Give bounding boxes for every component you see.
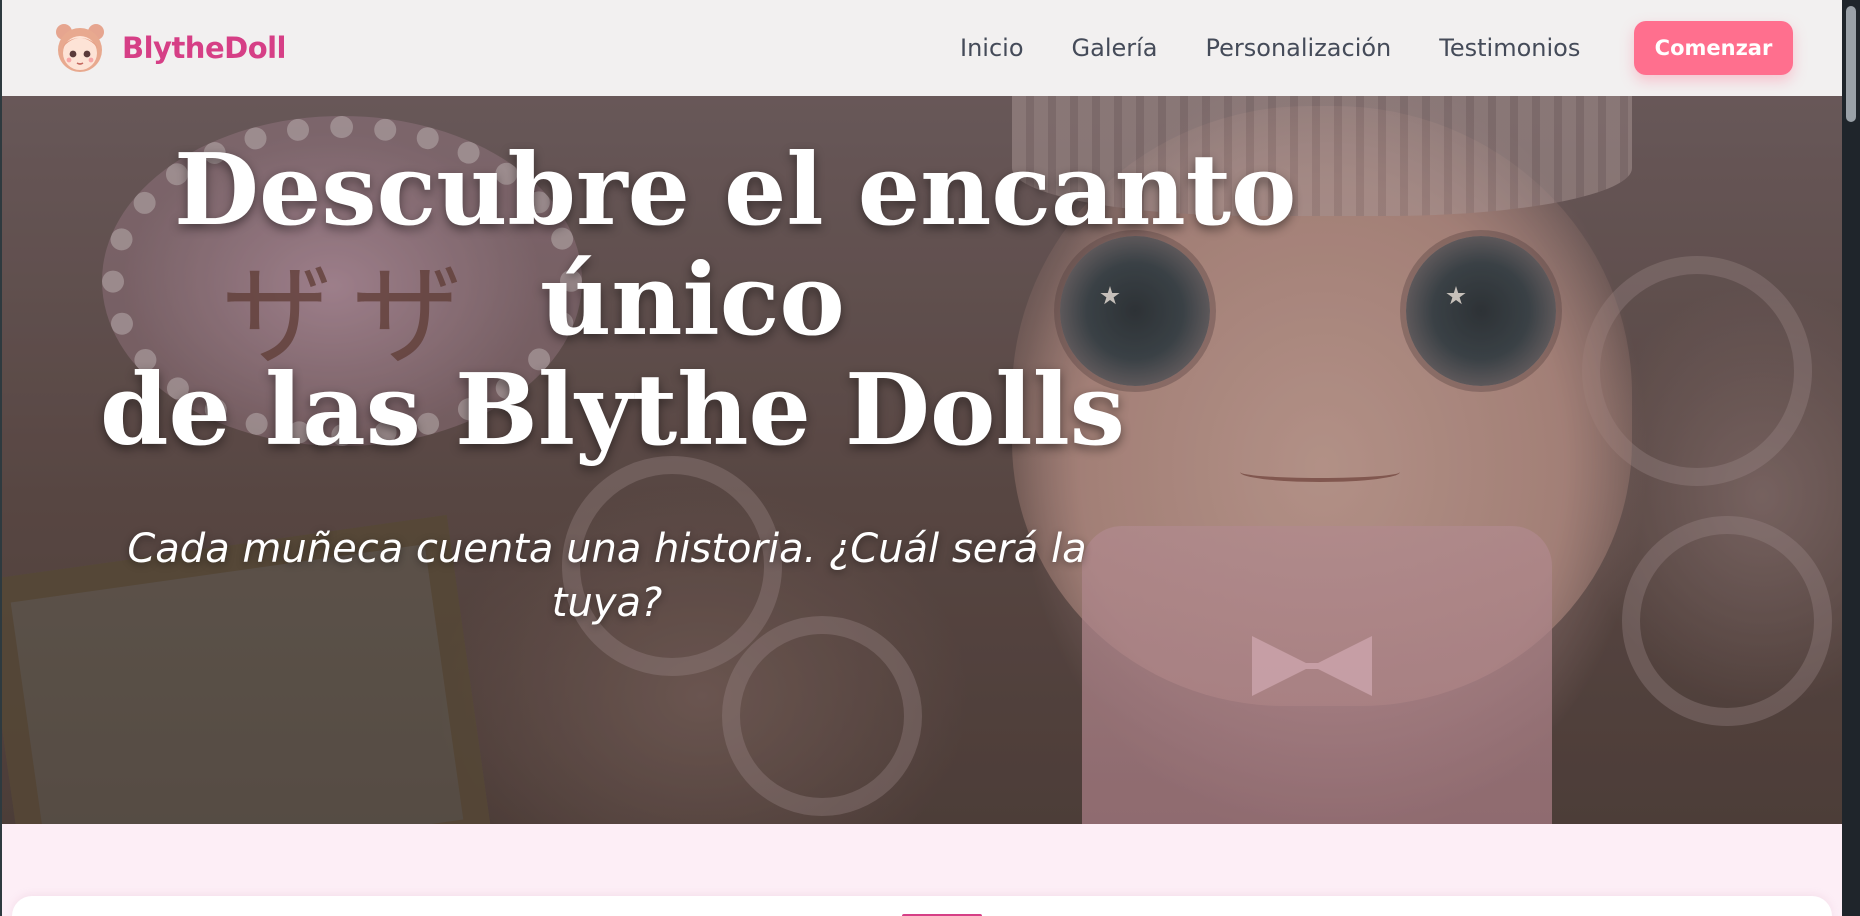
nav-link-galeria[interactable]: Galería	[1072, 34, 1158, 62]
nav-link-testimonios[interactable]: Testimonios	[1439, 34, 1580, 62]
doll-face-icon	[56, 24, 104, 72]
hero-section: ザザ Descubre el encanto único de las Blyt…	[2, 96, 1842, 824]
hero-title-line: único	[540, 243, 845, 358]
top-navbar: BlytheDoll Inicio Galería Personalizació…	[2, 0, 1842, 96]
comenzar-button[interactable]: Comenzar	[1634, 21, 1793, 75]
main-nav: Inicio Galería Personalización Testimoni…	[960, 0, 1628, 96]
hero-title-line: de las Blythe Dolls	[100, 353, 1125, 468]
hero-title: Descubre el encanto único de las Blythe …	[82, 133, 1297, 468]
nav-link-personalizacion[interactable]: Personalización	[1206, 34, 1392, 62]
next-section	[2, 824, 1842, 916]
page-scrollbar[interactable]	[1842, 0, 1860, 916]
scrollbar-thumb[interactable]	[1846, 6, 1856, 122]
content-card	[12, 896, 1832, 916]
hero-subtitle: Cada muñeca cuenta una historia. ¿Cuál s…	[127, 526, 1087, 626]
nav-link-inicio[interactable]: Inicio	[960, 34, 1024, 62]
brand-name: BlytheDoll	[122, 31, 287, 65]
hero-title-line: Descubre el encanto	[174, 133, 1297, 248]
brand[interactable]: BlytheDoll	[52, 20, 287, 76]
page-viewport: BlytheDoll Inicio Galería Personalizació…	[0, 0, 1860, 916]
